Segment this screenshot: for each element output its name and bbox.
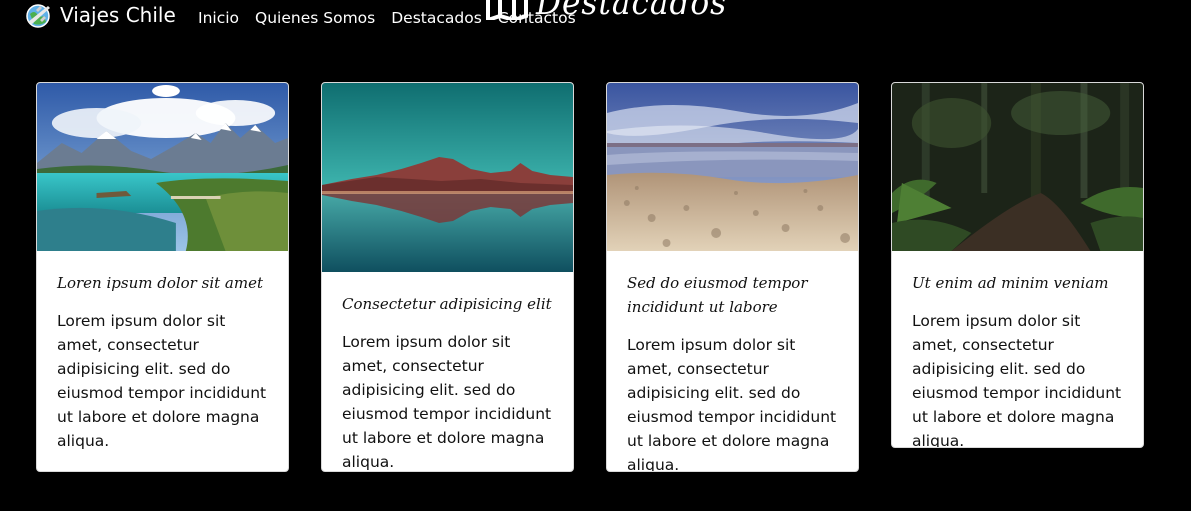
navbar: Viajes Chile Inicio Quienes Somos Destac… — [0, 0, 1191, 40]
destination-card: Ut enim ad minim veniam Lorem ipsum dolo… — [891, 82, 1144, 448]
card-body: Loren ipsum dolor sit amet Lorem ipsum d… — [37, 251, 288, 471]
nav-link-quienes-somos[interactable]: Quienes Somos — [247, 8, 383, 28]
nav-link-inicio[interactable]: Inicio — [198, 8, 247, 28]
card-body: Consectetur adipisicing elit Lorem ipsum… — [322, 272, 573, 471]
card-image-volcano-reflection — [322, 83, 573, 272]
brand-link[interactable]: Viajes Chile — [22, 0, 176, 30]
card-text: Lorem ipsum dolor sit amet, consectetur … — [342, 333, 552, 471]
card-title: Ut enim ad minim veniam — [912, 274, 1109, 292]
card-text: Lorem ipsum dolor sit amet, consectetur … — [57, 312, 267, 450]
destination-card: Consectetur adipisicing elit Lorem ipsum… — [321, 82, 574, 472]
card-image-lake-mountains — [37, 83, 288, 251]
card-text: Lorem ipsum dolor sit amet, consectetur … — [912, 312, 1122, 448]
globe-plane-logo-icon — [26, 4, 50, 28]
section-heading-text: Destacados — [536, 0, 728, 23]
card-text: Lorem ipsum dolor sit amet, consectetur … — [627, 336, 837, 472]
card-title: Loren ipsum dolor sit amet — [57, 274, 263, 292]
card-body: Ut enim ad minim veniam Lorem ipsum dolo… — [892, 251, 1143, 448]
map-icon — [486, 0, 528, 20]
brand-name: Viajes Chile — [60, 3, 176, 27]
destination-card: Loren ipsum dolor sit amet Lorem ipsum d… — [36, 82, 289, 472]
card-image-salt-flat — [607, 83, 858, 251]
card-title: Sed do eiusmod tempor incididunt ut labo… — [627, 274, 808, 316]
destination-card: Sed do eiusmod tempor incididunt ut labo… — [606, 82, 859, 472]
nav-link-destacados[interactable]: Destacados — [383, 8, 490, 28]
card-body: Sed do eiusmod tempor incididunt ut labo… — [607, 251, 858, 472]
card-image-forest-trail — [892, 83, 1143, 251]
section-heading: Destacados — [486, 0, 744, 20]
card-title: Consectetur adipisicing elit — [342, 295, 552, 313]
